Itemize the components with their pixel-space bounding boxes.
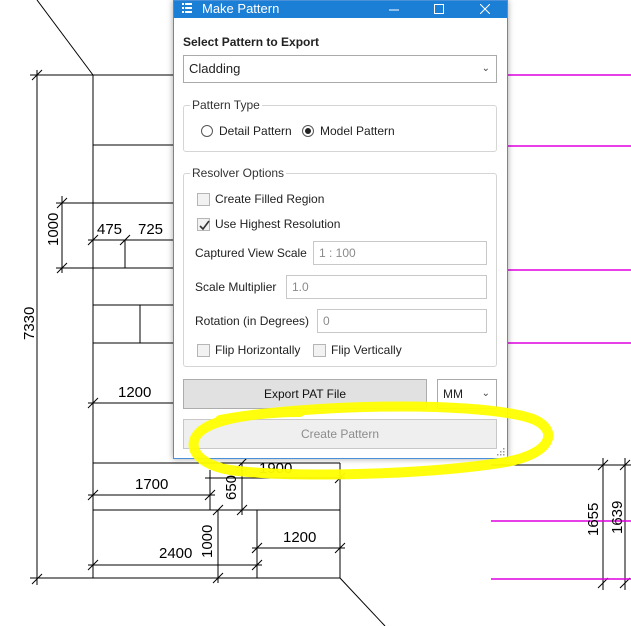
use-highest-resolution-checkbox[interactable]	[197, 218, 210, 231]
dim-1000-left: 1000	[45, 213, 62, 246]
dim-1200-bottom: 1200	[283, 529, 316, 546]
dim-7330: 7330	[21, 307, 38, 340]
resolver-options-title: Resolver Options	[190, 166, 287, 180]
detail-pattern-label[interactable]: Detail Pattern	[219, 124, 292, 138]
export-pat-button[interactable]: Export PAT File	[183, 379, 427, 409]
use-highest-resolution-label[interactable]: Use Highest Resolution	[215, 217, 340, 231]
units-select[interactable]: MM ⌄	[437, 379, 497, 409]
dim-1900: 1900	[259, 460, 292, 477]
dim-650: 650	[223, 475, 240, 500]
maximize-icon	[434, 4, 444, 14]
create-pattern-button[interactable]: Create Pattern	[183, 419, 497, 449]
close-icon	[480, 4, 490, 14]
dim-1000-bottom: 1000	[199, 525, 216, 558]
select-pattern-heading: Select Pattern to Export	[183, 35, 320, 49]
rotation-label: Rotation (in Degrees)	[195, 314, 310, 328]
dim-475: 475	[97, 221, 122, 238]
create-filled-region-label[interactable]: Create Filled Region	[215, 192, 324, 206]
pattern-select[interactable]: Cladding ⌄	[183, 55, 497, 83]
dim-1200-mid: 1200	[118, 384, 151, 401]
resolver-options-group: Resolver Options Create Filled Region Us…	[183, 166, 497, 367]
pattern-select-value: Cladding	[189, 61, 241, 76]
window-title: Make Pattern	[202, 1, 280, 16]
captured-view-scale-label: Captured View Scale	[195, 246, 307, 260]
units-select-value: MM	[443, 387, 463, 401]
model-pattern-label[interactable]: Model Pattern	[320, 124, 395, 138]
model-pattern-radio[interactable]	[302, 125, 314, 137]
scale-multiplier-label: Scale Multiplier	[195, 280, 277, 294]
minimize-icon	[389, 9, 399, 11]
dim-1639: 1639	[609, 501, 626, 534]
flip-vertically-checkbox[interactable]	[313, 344, 326, 357]
pattern-type-group: Pattern Type Detail Pattern Model Patter…	[183, 98, 497, 152]
dim-1700: 1700	[135, 476, 168, 493]
scale-multiplier-field[interactable]: 1.0	[286, 275, 487, 299]
dim-725: 725	[138, 221, 163, 238]
make-pattern-dialog: Make Pattern Select Pattern to Export Cl…	[173, 0, 508, 459]
list-icon	[182, 3, 192, 13]
pattern-type-title: Pattern Type	[190, 98, 262, 112]
chevron-down-icon: ⌄	[481, 388, 490, 399]
title-bar[interactable]: Make Pattern	[174, 1, 507, 18]
flip-vertically-label[interactable]: Flip Vertically	[331, 343, 402, 357]
minimize-button[interactable]	[374, 1, 414, 18]
close-button[interactable]	[465, 1, 505, 18]
resize-grip-icon[interactable]	[497, 448, 505, 456]
chevron-down-icon: ⌄	[481, 63, 490, 74]
create-filled-region-checkbox[interactable]	[197, 193, 210, 206]
detail-pattern-radio[interactable]	[201, 125, 213, 137]
flip-horizontally-checkbox[interactable]	[197, 344, 210, 357]
dim-1655: 1655	[585, 503, 602, 536]
checkmark-icon	[199, 220, 210, 231]
maximize-button[interactable]	[419, 1, 459, 18]
flip-horizontally-label[interactable]: Flip Horizontally	[215, 343, 300, 357]
dim-2400: 2400	[159, 545, 192, 562]
rotation-field[interactable]: 0	[317, 309, 487, 333]
captured-view-scale-field[interactable]: 1 : 100	[313, 241, 487, 265]
